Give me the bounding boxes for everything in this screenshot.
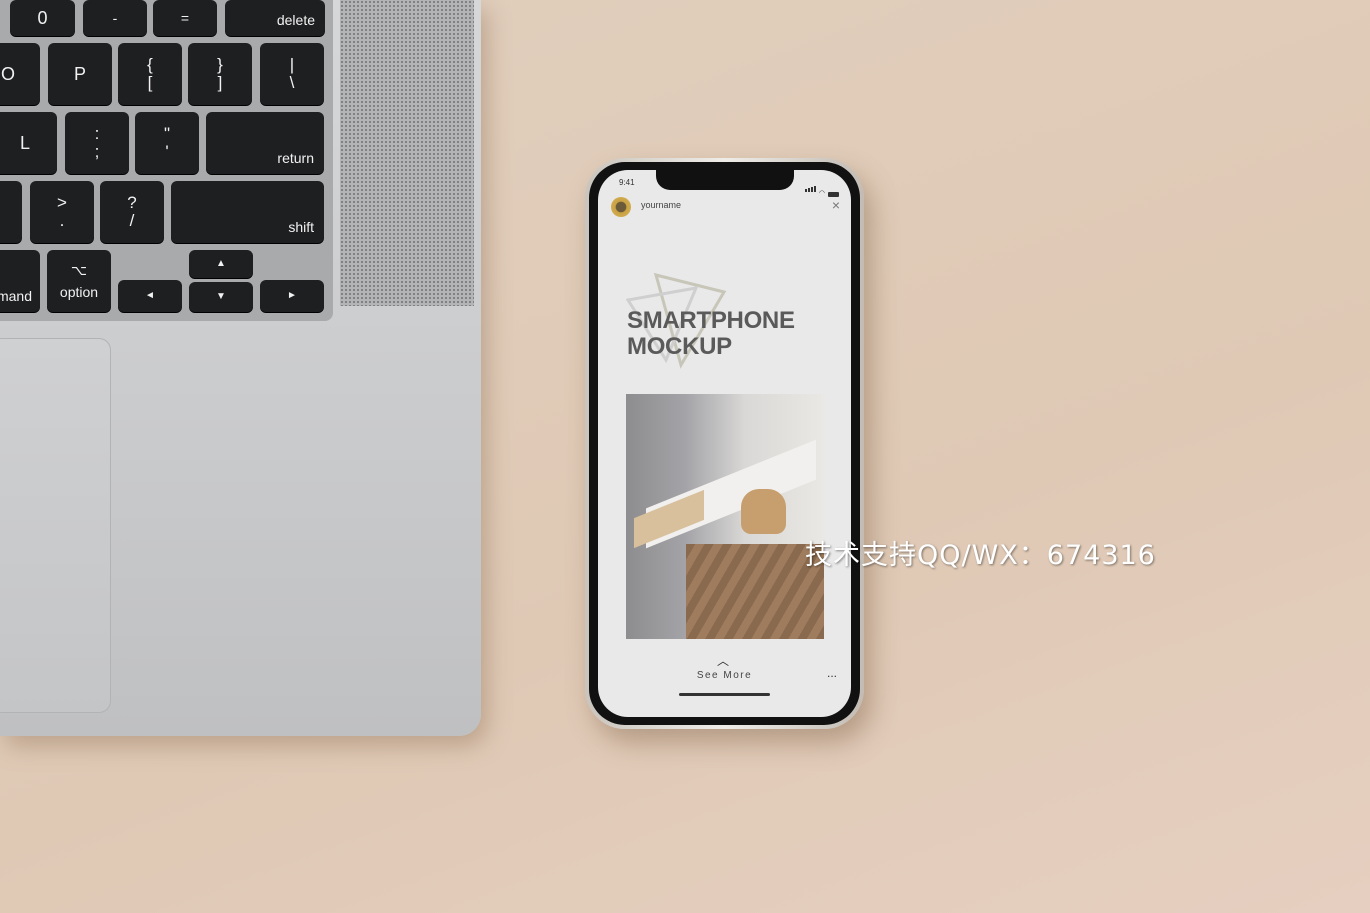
key-option[interactable]: ⌥ option [47,250,111,312]
speaker-grille [340,0,474,306]
see-more-link[interactable]: See More [598,670,851,681]
keyboard: 0 - = delete O P { [ } ] | \ L : ; " ' r… [0,0,333,321]
key-bracket-right[interactable]: } ] [188,43,252,105]
key-label: ⌥ option [59,261,99,300]
status-icons: ◠ [804,179,839,197]
key-arrow-down[interactable]: ▼ [189,282,253,312]
key-p[interactable]: P [48,43,112,105]
interior-photo [626,394,824,639]
key-label: | \ [289,55,295,92]
trackpad[interactable] [0,338,111,713]
key-slash[interactable]: ? / [100,181,164,243]
key-minus[interactable]: - [83,0,147,36]
key-quote[interactable]: " ' [135,112,199,174]
signal-icon [804,179,816,197]
headline-line-1: SMARTPHONE [627,307,795,334]
headline: SMARTPHONE MOCKUP [627,308,795,360]
key-delete[interactable]: delete [225,0,325,36]
key-label: > . [57,193,67,230]
laptop: 0 - = delete O P { [ } ] | \ L : ; " ' r… [0,0,481,736]
close-icon[interactable]: × [832,197,840,213]
chevron-up-icon[interactable]: ︿ [717,652,729,669]
key-shift[interactable]: shift [171,181,324,243]
status-time: 9:41 [619,178,635,187]
key-arrow-right[interactable]: ► [260,280,324,312]
wifi-icon: ◠ [818,190,825,197]
key-label: } ] [217,55,223,92]
more-icon[interactable]: ... [827,666,837,680]
key-command[interactable]: mand [0,250,40,312]
key-semicolon[interactable]: : ; [65,112,129,174]
headline-line-2: MOCKUP [627,333,732,360]
notch [656,170,794,190]
floor [686,544,824,639]
key-arrow-up[interactable]: ▲ [189,250,253,278]
key-l[interactable]: L [0,112,57,174]
key-equals[interactable]: = [153,0,217,36]
key-partial[interactable] [0,181,22,243]
key-label: { [ [147,55,153,92]
key-label: ? / [127,193,137,230]
key-return[interactable]: return [206,112,324,174]
username[interactable]: yourname [641,200,681,210]
smartphone: 9:41 ◠ yourname × SMARTPHONE MOCKUP ︿ Se… [585,158,864,729]
key-o[interactable]: O [0,43,40,105]
home-indicator[interactable] [679,693,770,696]
key-0[interactable]: 0 [10,0,75,36]
key-arrow-left[interactable]: ◄ [118,280,182,312]
key-label: : ; [94,124,100,161]
key-period[interactable]: > . [30,181,94,243]
phone-screen: 9:41 ◠ yourname × SMARTPHONE MOCKUP ︿ Se… [598,170,851,717]
watermark: 技术支持QQ/WX：674316 [805,540,1156,571]
key-backslash[interactable]: | \ [260,43,324,105]
chair [741,489,786,534]
key-label: " ' [163,124,171,161]
avatar[interactable] [611,197,631,217]
key-bracket-left[interactable]: { [ [118,43,182,105]
